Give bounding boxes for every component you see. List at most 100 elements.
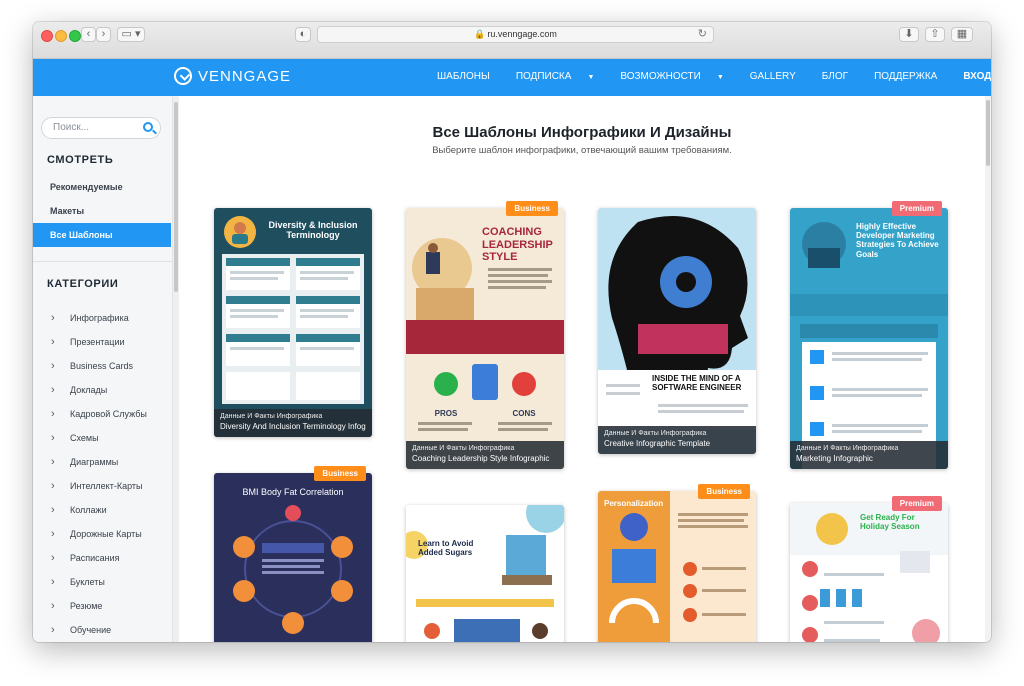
category-item[interactable]: › Презентации [33,330,171,354]
browser-window: ‹ › ▭ ▾ ◐ 🔒 ru.venngage.com ↻ ⬇ ⇧ ▦ VENNG… [33,22,991,642]
template-card[interactable]: INSIDE THE MIND OF A SOFTWARE ENGINEER Д… [598,208,756,454]
card-title: Diversity And Inclusion Terminology Info… [220,422,366,431]
category-item[interactable]: › Инфографика [33,306,171,330]
category-item[interactable]: › Доклады [33,378,171,402]
logo-mark-icon [174,67,192,85]
business-badge: Business [698,484,750,499]
nav-item-subscription[interactable]: ПОДПИСКА ▼ [516,71,608,82]
category-item[interactable]: › Буклеты [33,570,171,594]
chevron-right-icon: › [51,408,55,420]
template-card[interactable]: Highly Effective Developer Marketing Str… [790,208,948,469]
category-item[interactable]: › Диаграммы [33,450,171,474]
nav-label: ВХОД [963,71,991,82]
search-input[interactable]: Поиск... [41,117,161,139]
category-item[interactable]: › Кадровой Службы [33,402,171,426]
chevron-right-icon: › [51,456,55,468]
view-heading: СМОТРЕТЬ [47,154,114,166]
premium-badge: Premium [891,496,942,511]
site-navbar: VENNGAGE ШАБЛОНЫ ПОДПИСКА ▼ ВОЗМОЖНОСТИ ▼ … [33,59,991,96]
svg-text:PROS: PROS [435,409,458,418]
close-window-button[interactable] [41,30,53,42]
chevron-right-icon: › [51,600,55,612]
nav-item-features[interactable]: ВОЗМОЖНОСТИ ▼ [620,71,736,82]
category-item[interactable]: › Схемы [33,426,171,450]
zoom-window-button[interactable] [69,30,81,42]
nav-label: ПОДДЕРЖКА [874,71,938,82]
category-item[interactable]: › Расписания [33,546,171,570]
chevron-right-icon: › [51,528,55,540]
template-card[interactable]: BMI Body Fat Correlation [214,473,372,642]
page-title: Все Шаблоны Инфографики И Дизайны [432,124,732,141]
nav-item-templates[interactable]: ШАБЛОНЫ [437,71,503,82]
category-item[interactable]: › Коллажи [33,498,171,522]
privacy-icon[interactable]: ◐ [295,27,311,42]
template-thumbnail [598,208,756,454]
venngage-logo[interactable]: VENNGAGE [174,67,291,85]
lock-icon: 🔒 [474,29,486,39]
card-caption: Данные И Факты Инфографика Coaching Lead… [406,441,564,469]
category-label: Буклеты [70,577,105,587]
share-icon[interactable]: ⇧ [925,27,945,42]
chevron-right-icon: › [51,552,55,564]
category-label: Доклады [70,385,108,395]
svg-text:CONS: CONS [512,409,536,418]
page-subtitle: Выберите шаблон инфографики, отвечающий … [432,145,732,156]
template-card[interactable]: Learn to Avoid Added Sugars [406,505,564,642]
forward-button[interactable]: › [96,27,111,42]
category-item[interactable]: › Резюме [33,594,171,618]
template-card[interactable]: Personalization [598,491,756,642]
sidebar: Поиск... СМОТРЕТЬ Рекомендуемые Макеты В… [33,96,173,642]
thumb-title: INSIDE THE MIND OF A SOFTWARE ENGINEER [652,374,742,393]
search-icon[interactable] [143,122,153,132]
thumb-title: Personalization [604,499,664,508]
business-badge: Business [314,466,366,481]
template-card[interactable]: Get Ready For Holiday Season [790,503,948,642]
chevron-right-icon: › [51,504,55,516]
card-title: Creative Infographic Template [604,439,711,448]
card-category: Данные И Факты Инфографика [412,445,515,452]
template-card[interactable]: Diversity & Inclusion Terminology Данные… [214,208,372,437]
sidebar-link-recommended[interactable]: Рекомендуемые [33,175,171,199]
card-category: Данные И Факты Инфографика [604,430,707,437]
business-badge: Business [506,201,558,216]
caret-down-icon: ▼ [587,74,595,81]
browser-toolbar: ‹ › ▭ ▾ ◐ 🔒 ru.venngage.com ↻ ⬇ ⇧ ▦ [33,22,991,59]
nav-item-support[interactable]: ПОДДЕРЖКА [874,71,950,82]
reload-icon[interactable]: ↻ [698,27,707,42]
thumb-title: Get Ready For Holiday Season [860,513,920,532]
category-item[interactable]: › Обучение [33,618,171,642]
main-scrollbar[interactable] [985,96,991,642]
downloads-icon[interactable]: ⬇ [899,27,919,42]
thumb-title: Learn to Avoid Added Sugars [418,539,474,558]
template-card[interactable]: PROS CONS COACHING LEADERSHIP STYLE Данн… [406,208,564,469]
thumb-title: Diversity & Inclusion Terminology [268,220,358,241]
category-label: Дорожные Карты [70,529,142,539]
template-thumbnail [406,505,564,642]
card-category: Данные И Факты Инфографика [796,445,899,452]
card-title: Marketing Infographic [796,454,873,463]
chevron-right-icon: › [51,360,55,372]
nav-item-blog[interactable]: БЛОГ [822,71,861,82]
sidebar-divider [33,261,173,262]
thumb-title: Highly Effective Developer Marketing Str… [856,222,939,259]
sidebar-toggle-button[interactable]: ▭ ▾ [117,27,145,42]
chevron-right-icon: › [51,624,55,636]
address-bar[interactable]: 🔒 ru.venngage.com ↻ [317,26,714,43]
nav-item-login[interactable]: ВХОД [963,71,991,82]
card-caption: Данные И Факты Инфографика Creative Info… [598,426,756,454]
category-label: Коллажи [70,505,107,515]
sidebar-link-all-templates[interactable]: Все Шаблоны [33,223,171,247]
nav-item-gallery[interactable]: GALLERY [750,71,809,82]
template-thumbnail [214,473,372,642]
category-item[interactable]: › Business Cards [33,354,171,378]
category-label: Интеллект-Карты [70,481,143,491]
back-button[interactable]: ‹ [81,27,96,42]
chevron-right-icon: › [51,384,55,396]
tabs-overview-icon[interactable]: ▦ [951,27,973,42]
minimize-window-button[interactable] [55,30,67,42]
category-item[interactable]: › Дорожные Карты [33,522,171,546]
template-thumbnail [598,491,756,642]
chevron-right-icon: › [51,432,55,444]
category-item[interactable]: › Интеллект-Карты [33,474,171,498]
sidebar-link-layouts[interactable]: Макеты [33,199,171,223]
